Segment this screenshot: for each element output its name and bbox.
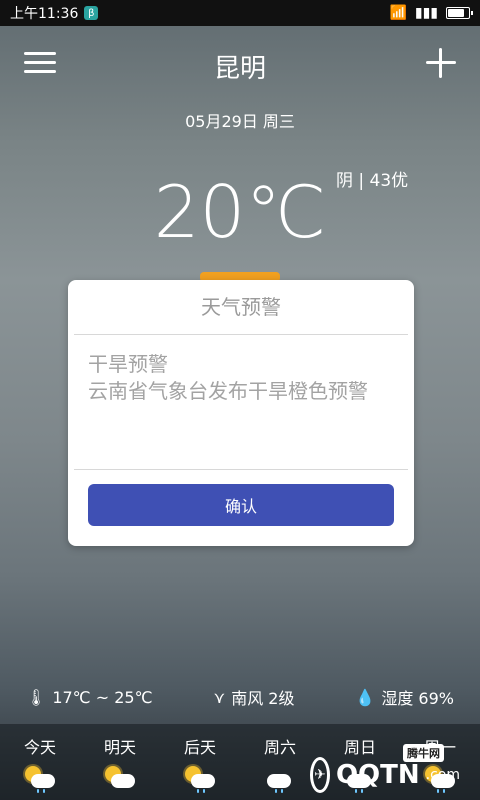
weather-alert-dialog: 天气预警 干旱预警 云南省气象台发布干旱橙色预警 确认 [68,280,414,546]
top-bar: 昆明 [0,30,480,94]
sun-cloud-rain-icon [183,766,217,793]
forecast-day[interactable]: 明天 [80,724,160,800]
status-bar: 上午11:36 β 📶 ▮▮▮ [0,0,480,26]
watermark-text: QQTN [335,760,420,790]
date-label: 05月29日 周三 [185,112,295,131]
temp-range-label: 17℃ ~ 25℃ [52,687,153,707]
battery-icon [446,7,473,19]
wind-stat: ⋎ 南风 2级 [213,685,294,709]
humidity-label: 湿度 69% [381,689,454,708]
weather-stats: 🌡 17℃ ~ 25℃ ⋎ 南风 2级 💧 湿度 69% [0,682,480,712]
watermark-suffix: .com [425,767,460,783]
wifi-icon: 📶 [389,5,407,21]
forecast-day-label: 周六 [263,738,296,757]
signal-icon: ▮▮▮ [414,5,438,21]
forecast-day[interactable]: 后天 [160,724,240,800]
sun-cloud-icon [103,766,137,792]
app-badge-icon: β [84,6,99,20]
thermometer-icon: 🌡 [26,687,47,707]
forecast-day-label: 明天 [103,738,136,757]
forecast-day[interactable]: 周六 [240,724,320,800]
status-time: 上午11:36 [10,6,79,22]
dialog-content: 干旱预警 云南省气象台发布干旱橙色预警 [74,335,408,470]
forecast-day[interactable]: 今天 [0,724,80,800]
qqtn-logo-icon: ✈ [310,757,330,793]
alert-message: 云南省气象台发布干旱橙色预警 [88,379,368,403]
forecast-day-label: 今天 [23,738,56,757]
status-right: 📶 ▮▮▮ [389,5,473,21]
dialog-title: 天气预警 [74,280,408,335]
city-title: 昆明 [213,54,266,84]
qqtn-watermark: ✈ QQTN .com 腾牛网 [310,744,460,798]
add-city-icon[interactable] [426,48,456,78]
alert-headline: 干旱预警 [88,352,168,376]
droplet-icon: 💧 [355,687,376,707]
cloud-rain-icon [263,766,297,793]
confirm-button[interactable]: 确认 [88,484,394,526]
wind-label: 南风 2级 [231,689,295,708]
forecast-day-label: 后天 [183,738,216,757]
humidity-stat: 💧 湿度 69% [355,685,454,709]
status-left: 上午11:36 β [10,3,99,23]
wind-icon: ⋎ [213,687,226,707]
watermark-badge: 腾牛网 [403,744,444,762]
current-temperature: 20℃ [153,170,327,254]
sun-cloud-rain-icon [23,766,57,793]
temp-range-stat: 🌡 17℃ ~ 25℃ [26,688,153,707]
